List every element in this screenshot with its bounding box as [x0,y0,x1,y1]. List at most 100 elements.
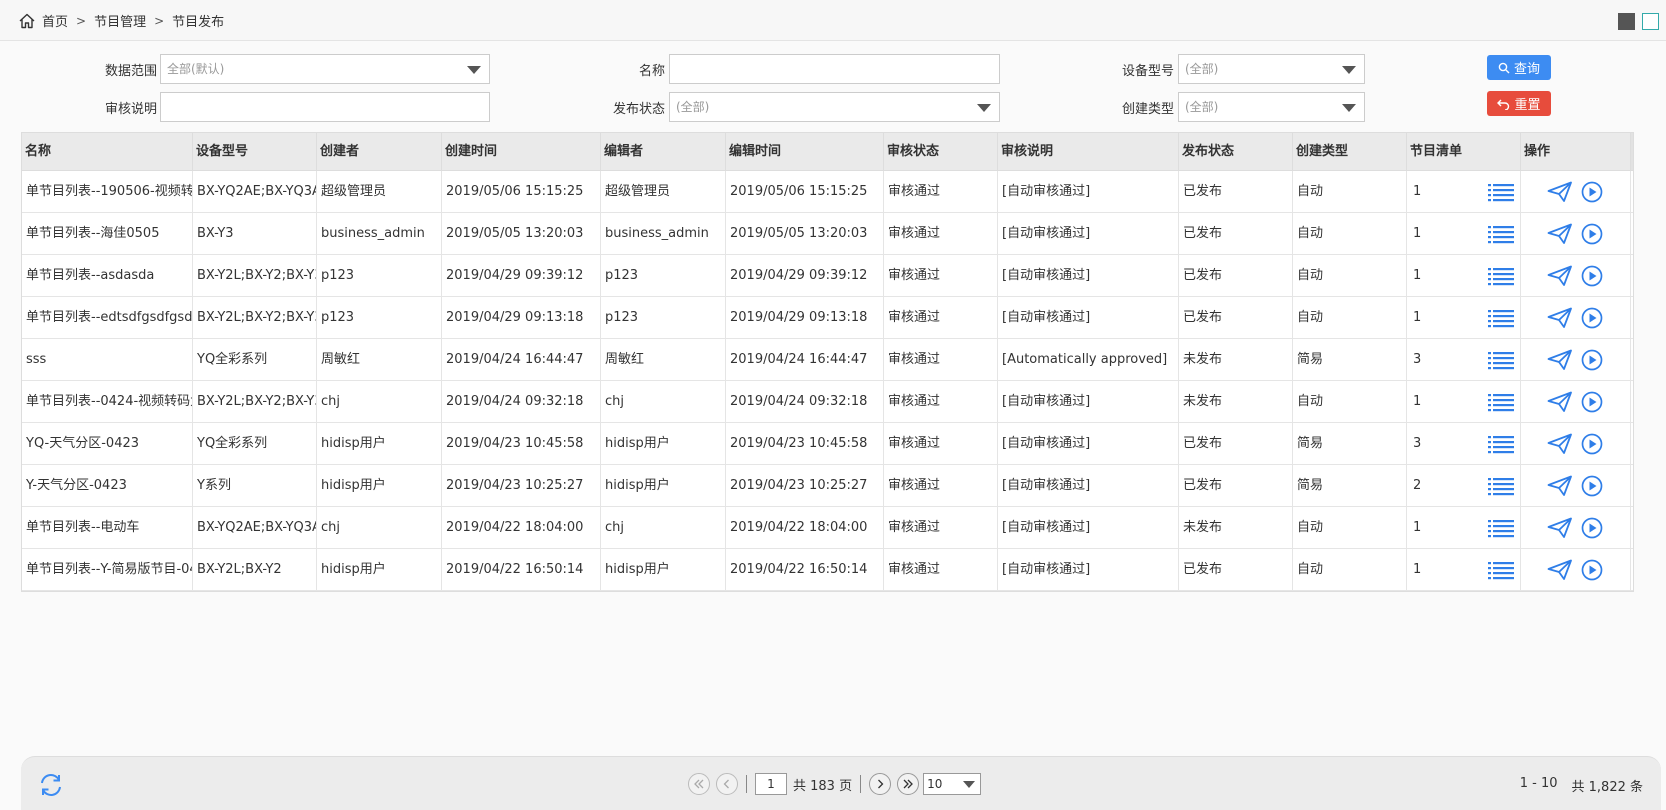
column-header-program-list[interactable]: 节目清单 [1407,133,1521,170]
prev-page-icon[interactable] [716,773,738,795]
cell-edit-time: 2019/04/23 10:45:58 [726,423,884,464]
view-toggle-light[interactable] [1642,13,1659,30]
table-row[interactable]: 单节目列表--asdasda BX-Y2L;BX-Y2;BX-Y3 p123 2019… [22,255,1633,297]
device-model-label: 设备型号 [1121,64,1174,79]
breadcrumb-bar: 首页 > 节目管理 > 节目发布 [0,0,1666,41]
play-icon[interactable] [1581,223,1603,245]
last-page-icon[interactable] [897,773,920,795]
play-icon[interactable] [1581,517,1603,539]
play-icon[interactable] [1581,433,1603,455]
cell-publish-status: 未发布 [1179,381,1293,422]
column-header-review-note[interactable]: 审核说明 [998,133,1179,170]
send-icon[interactable] [1547,433,1573,455]
list-icon[interactable] [1488,560,1514,580]
play-icon[interactable] [1581,349,1603,371]
list-icon[interactable] [1488,350,1514,370]
send-icon[interactable] [1547,559,1573,581]
table-row[interactable]: 单节目列表--海佳0505 BX-Y3 business_admin 2019/05/… [22,213,1633,255]
view-toggle-dark[interactable] [1618,13,1635,30]
play-icon[interactable] [1581,307,1603,329]
program-count: 1 [1413,268,1422,283]
send-icon[interactable] [1547,181,1573,203]
list-icon[interactable] [1488,434,1514,454]
send-icon[interactable] [1547,391,1573,413]
list-icon[interactable] [1488,182,1514,202]
create-type-label: 创建类型 [1121,102,1174,117]
table-row[interactable]: 单节目列表--电动车BX-YQ2AE;BX-YQ3A;BXchj2019/04/… [22,507,1633,549]
list-icon[interactable] [1488,476,1514,496]
column-header-create-time[interactable]: 创建时间 [442,133,601,170]
list-icon[interactable] [1488,224,1514,244]
column-header-edit-time[interactable]: 编辑时间 [726,133,884,170]
play-icon[interactable] [1581,559,1603,581]
device-model-select[interactable]: (全部) [1178,54,1365,84]
breadcrumb: 首页 > 节目管理 > 节目发布 [18,11,224,30]
column-header-name[interactable]: 名称 [22,133,193,170]
cell-editor: 超级管理员 [601,171,726,212]
cell-review-status: 审核通过 [884,213,998,254]
cell-publish-status: 已发布 [1179,297,1293,338]
first-page-icon[interactable] [688,773,710,795]
next-page-icon[interactable] [869,773,892,795]
table-row[interactable]: 单节目列表--Y-简易版节目-04 BX-Y2L;BX-Y2 hidisp用户 201… [22,549,1633,591]
column-header-editor[interactable]: 编辑者 [601,133,726,170]
send-icon[interactable] [1547,475,1573,497]
cell-review-note: [自动审核通过] [998,171,1179,212]
column-header-publish-status[interactable]: 发布状态 [1179,133,1293,170]
column-header-device-model[interactable]: 设备型号 [193,133,317,170]
breadcrumb-home[interactable]: 首页 [42,11,68,30]
column-header-actions[interactable]: 操作 [1521,133,1631,170]
create-type-select[interactable]: (全部) [1178,92,1365,122]
send-icon[interactable] [1547,349,1573,371]
cell-edit-time: 2019/04/29 09:39:12 [726,255,884,296]
send-icon[interactable] [1547,265,1573,287]
list-icon[interactable] [1488,266,1514,286]
cell-review-status: 审核通过 [884,465,998,506]
list-icon[interactable] [1488,392,1514,412]
column-header-creator[interactable]: 创建者 [317,133,442,170]
pagination-summary: 1 - 10 共 1,822 条 [1520,776,1643,795]
play-icon[interactable] [1581,391,1603,413]
data-scope-select[interactable]: 全部(默认) [160,54,490,84]
table-row[interactable]: sss YQ全彩系列 周敏红 2019/04/24 16:44:47 周敏红 2019/0… [22,339,1633,381]
cell-create-type: 简易 [1293,465,1407,506]
table-row[interactable]: YQ-天气分区-0423 YQ全彩系列 hidisp用户 2019/04/23 10:… [22,423,1633,465]
send-icon[interactable] [1547,517,1573,539]
scrollbar[interactable] [1631,133,1633,170]
cell-create-type: 自动 [1293,549,1407,590]
table-row[interactable]: 单节目列表--190506-视频转换BX-YQ2AE;BX-YQ3A;BX超级管… [22,171,1633,213]
reset-button[interactable]: 重置 [1487,91,1551,116]
query-button[interactable]: 查询 [1487,55,1551,80]
cell-program-list: 1 [1407,507,1521,548]
breadcrumb-program-management[interactable]: 节目管理 [94,11,146,30]
page-size-select[interactable]: 10 [923,773,982,795]
cell-device-model: BX-YQ2AE;BX-YQ3A;BX [193,507,317,548]
list-icon[interactable] [1488,308,1514,328]
review-note-input[interactable] [160,92,490,122]
home-icon[interactable] [18,12,36,30]
cell-device-model: Y系列 [193,465,317,506]
play-icon[interactable] [1581,265,1603,287]
cell-create-type: 自动 [1293,297,1407,338]
cell-program-list: 1 [1407,213,1521,254]
play-icon[interactable] [1581,181,1603,203]
table-row[interactable]: Y-天气分区-0423 Y系列 hidisp用户 2019/04/23 10:25:2… [22,465,1633,507]
refresh-icon[interactable] [37,771,65,799]
page-number-input[interactable]: 1 [755,773,787,795]
cell-create-time: 2019/04/29 09:39:12 [442,255,601,296]
cell-create-time: 2019/04/23 10:45:58 [442,423,601,464]
send-icon[interactable] [1547,223,1573,245]
cell-review-status: 审核通过 [884,255,998,296]
column-header-review-status[interactable]: 审核状态 [884,133,998,170]
name-input[interactable] [669,54,1000,84]
cell-review-status: 审核通过 [884,507,998,548]
column-header-create-type[interactable]: 创建类型 [1293,133,1407,170]
publish-status-select[interactable]: (全部) [669,92,1000,122]
cell-edit-time: 2019/04/29 09:13:18 [726,297,884,338]
cell-create-time: 2019/04/29 09:13:18 [442,297,601,338]
play-icon[interactable] [1581,475,1603,497]
table-row[interactable]: 单节目列表--0424-视频转码大 BX-Y2L;BX-Y2;BX-Y3 chj 20… [22,381,1633,423]
list-icon[interactable] [1488,518,1514,538]
table-row[interactable]: 单节目列表--edtsdfgsdfgsdg BX-Y2L;BX-Y2;BX-Y3 p… [22,297,1633,339]
send-icon[interactable] [1547,307,1573,329]
